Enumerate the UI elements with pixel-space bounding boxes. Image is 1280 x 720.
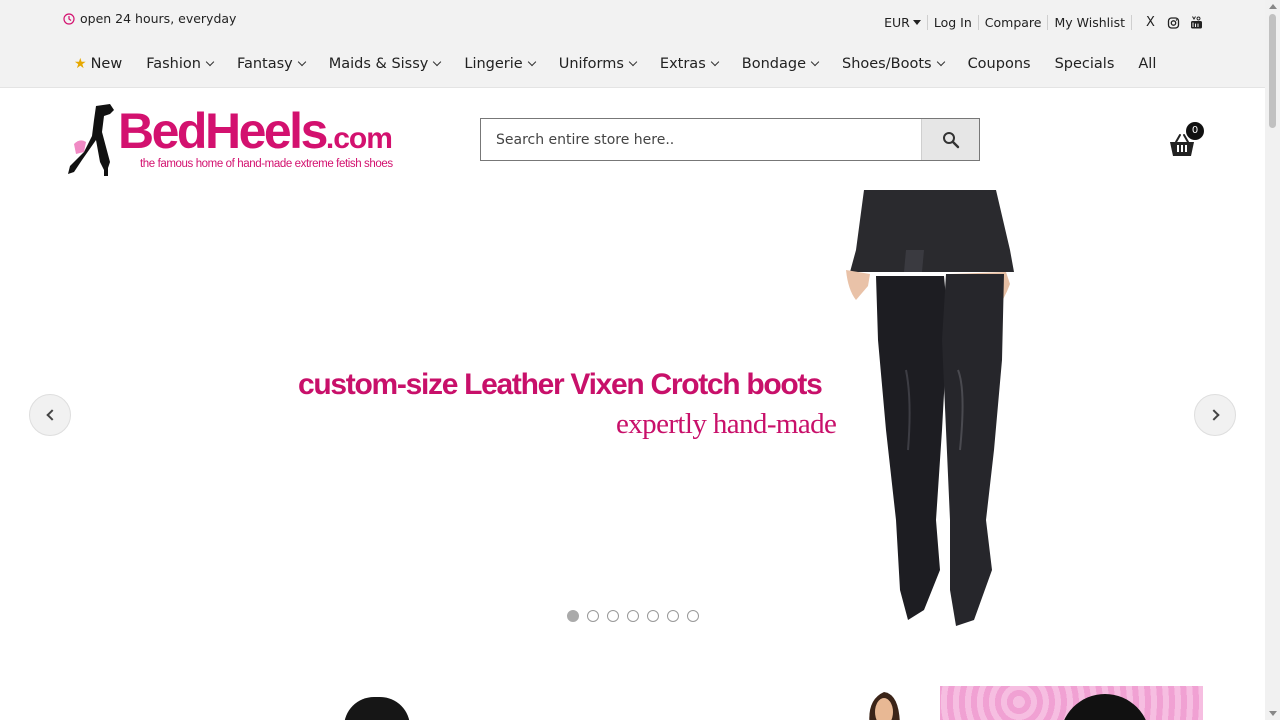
banner-image-1[interactable] <box>344 697 410 720</box>
nav-item-all[interactable]: All <box>1138 56 1156 72</box>
scroll-up-arrow-icon[interactable] <box>1269 4 1277 9</box>
nav-item-label: Fantasy <box>236 56 293 72</box>
slider-dot[interactable] <box>687 610 699 622</box>
scroll-down-arrow-icon[interactable] <box>1269 711 1277 716</box>
slide-image <box>846 190 1014 626</box>
top-links: EUR Log In Compare My Wishlist X <box>878 15 1203 30</box>
nav-item-label: Specials <box>1054 56 1115 72</box>
instagram-icon[interactable] <box>1167 16 1180 29</box>
chevron-down-icon <box>936 57 945 67</box>
nav-item-fashion[interactable]: Fashion <box>146 56 215 72</box>
chevron-down-icon <box>527 57 536 67</box>
banner-image-3[interactable] <box>940 686 1203 720</box>
chevron-down-icon <box>205 57 215 67</box>
search-button[interactable] <box>921 119 979 160</box>
chevron-down-icon <box>433 57 442 67</box>
compare-link[interactable]: Compare <box>979 15 1049 30</box>
slider-dot[interactable] <box>567 610 579 622</box>
search-bar <box>480 118 980 161</box>
nav-item-uniforms[interactable]: Uniforms <box>558 56 638 72</box>
main-nav: ★ New Fashion Fantasy Maids & Sissy Ling… <box>74 56 1180 72</box>
currency-label: EUR <box>884 15 910 30</box>
nav-item-extras[interactable]: Extras <box>659 56 720 72</box>
nav-item-label: New <box>90 56 123 72</box>
nav-item-specials[interactable]: Specials <box>1055 56 1115 72</box>
logo-brand-text: BedHeels.com <box>118 103 393 159</box>
page-scrollbar[interactable] <box>1265 0 1280 720</box>
nav-item-shoes-boots[interactable]: Shoes/Boots <box>842 56 945 72</box>
chevron-right-icon <box>1207 409 1220 421</box>
nav-item-label: Lingerie <box>464 56 523 72</box>
nav-item-fantasy[interactable]: Fantasy <box>236 56 306 72</box>
nav-item-coupons[interactable]: Coupons <box>968 56 1031 72</box>
nav-item-new[interactable]: ★ New <box>74 56 122 72</box>
slider-dot[interactable] <box>607 610 619 622</box>
top-bar: open 24 hours, everyday EUR Log In Compa… <box>0 0 1265 88</box>
banner-image-2[interactable] <box>856 688 908 720</box>
wishlist-link[interactable]: My Wishlist <box>1048 15 1132 30</box>
cart-count-badge: 0 <box>1186 122 1204 140</box>
chevron-down-icon <box>297 57 306 67</box>
search-input[interactable] <box>481 119 921 160</box>
slider-prev-button[interactable] <box>29 394 71 436</box>
currency-selector[interactable]: EUR <box>878 15 928 30</box>
store-hours: open 24 hours, everyday <box>63 11 236 26</box>
nav-item-label: Bondage <box>741 56 806 72</box>
nav-item-maids-sissy[interactable]: Maids & Sissy <box>328 56 442 72</box>
x-icon[interactable]: X <box>1144 15 1157 30</box>
chevron-down-icon <box>710 57 720 67</box>
chevron-left-icon <box>45 409 58 421</box>
caret-down-icon <box>912 20 921 25</box>
cart-button[interactable]: 0 <box>1168 122 1208 158</box>
high-heel-shoe-icon <box>68 104 114 176</box>
nav-item-label: All <box>1138 56 1157 72</box>
site-logo[interactable]: BedHeels.com the famous home of hand-mad… <box>66 102 408 178</box>
slide-subline: expertly hand-made <box>616 408 837 440</box>
nav-item-bondage[interactable]: Bondage <box>741 56 820 72</box>
chevron-down-icon <box>810 57 820 67</box>
search-icon <box>942 131 959 148</box>
slider-dot[interactable] <box>667 610 679 622</box>
slider-dot[interactable] <box>587 610 599 622</box>
nav-item-lingerie[interactable]: Lingerie <box>464 56 536 72</box>
clock-icon <box>63 12 75 25</box>
social-links: X <box>1144 15 1203 30</box>
nav-item-label: Shoes/Boots <box>842 56 932 72</box>
hero-slider: custom-size Leather Vixen Crotch boots e… <box>0 190 1265 640</box>
nav-item-label: Coupons <box>967 56 1031 72</box>
login-link[interactable]: Log In <box>928 15 979 30</box>
nav-item-label: Uniforms <box>558 56 624 72</box>
scrollbar-thumb[interactable] <box>1269 14 1276 128</box>
nav-item-label: Extras <box>659 56 706 72</box>
slider-dot[interactable] <box>647 610 659 622</box>
chevron-down-icon <box>628 57 638 67</box>
slider-next-button[interactable] <box>1194 394 1236 436</box>
store-hours-text: open 24 hours, everyday <box>80 11 237 26</box>
youtube-icon[interactable] <box>1190 16 1203 29</box>
star-icon: ★ <box>74 56 87 72</box>
nav-item-label: Maids & Sissy <box>328 56 429 72</box>
slider-pagination <box>567 610 699 622</box>
logo-tagline: the famous home of hand-made extreme fet… <box>140 158 393 170</box>
slider-dot[interactable] <box>627 610 639 622</box>
nav-item-label: Fashion <box>146 56 201 72</box>
slide-headline: custom-size Leather Vixen Crotch boots <box>298 368 823 401</box>
